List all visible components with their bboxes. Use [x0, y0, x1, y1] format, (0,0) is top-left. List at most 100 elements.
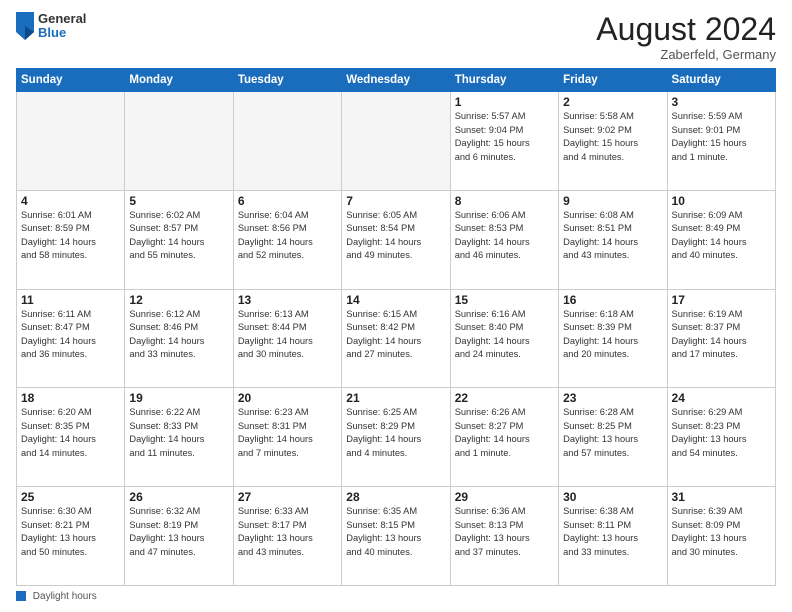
calendar-cell-w1-d6: 2Sunrise: 5:58 AM Sunset: 9:02 PM Daylig… [559, 92, 667, 191]
day-number: 15 [455, 293, 554, 307]
day-number: 19 [129, 391, 228, 405]
day-info: Sunrise: 6:09 AM Sunset: 8:49 PM Dayligh… [672, 209, 771, 263]
day-info: Sunrise: 6:12 AM Sunset: 8:46 PM Dayligh… [129, 308, 228, 362]
day-number: 16 [563, 293, 662, 307]
calendar-cell-w5-d6: 30Sunrise: 6:38 AM Sunset: 8:11 PM Dayli… [559, 487, 667, 586]
calendar-cell-w5-d1: 25Sunrise: 6:30 AM Sunset: 8:21 PM Dayli… [17, 487, 125, 586]
calendar-cell-w3-d3: 13Sunrise: 6:13 AM Sunset: 8:44 PM Dayli… [233, 289, 341, 388]
day-number: 18 [21, 391, 120, 405]
col-thursday: Thursday [450, 69, 558, 92]
calendar-cell-w3-d7: 17Sunrise: 6:19 AM Sunset: 8:37 PM Dayli… [667, 289, 775, 388]
day-number: 5 [129, 194, 228, 208]
footer-label: Daylight hours [33, 591, 97, 602]
day-info: Sunrise: 6:39 AM Sunset: 8:09 PM Dayligh… [672, 505, 771, 559]
day-number: 27 [238, 490, 337, 504]
day-number: 9 [563, 194, 662, 208]
day-number: 24 [672, 391, 771, 405]
day-info: Sunrise: 6:32 AM Sunset: 8:19 PM Dayligh… [129, 505, 228, 559]
day-info: Sunrise: 6:38 AM Sunset: 8:11 PM Dayligh… [563, 505, 662, 559]
day-number: 31 [672, 490, 771, 504]
day-info: Sunrise: 5:57 AM Sunset: 9:04 PM Dayligh… [455, 110, 554, 164]
calendar-cell-w4-d1: 18Sunrise: 6:20 AM Sunset: 8:35 PM Dayli… [17, 388, 125, 487]
day-number: 6 [238, 194, 337, 208]
calendar-cell-w4-d2: 19Sunrise: 6:22 AM Sunset: 8:33 PM Dayli… [125, 388, 233, 487]
location-subtitle: Zaberfeld, Germany [596, 47, 776, 62]
calendar-cell-w2-d2: 5Sunrise: 6:02 AM Sunset: 8:57 PM Daylig… [125, 190, 233, 289]
day-number: 20 [238, 391, 337, 405]
calendar-week-1: 1Sunrise: 5:57 AM Sunset: 9:04 PM Daylig… [17, 92, 776, 191]
page: General Blue August 2024 Zaberfeld, Germ… [0, 0, 792, 612]
calendar-cell-w2-d4: 7Sunrise: 6:05 AM Sunset: 8:54 PM Daylig… [342, 190, 450, 289]
calendar-cell-w4-d5: 22Sunrise: 6:26 AM Sunset: 8:27 PM Dayli… [450, 388, 558, 487]
day-info: Sunrise: 6:16 AM Sunset: 8:40 PM Dayligh… [455, 308, 554, 362]
day-number: 30 [563, 490, 662, 504]
day-number: 14 [346, 293, 445, 307]
footer: Daylight hours [16, 591, 776, 602]
day-info: Sunrise: 6:36 AM Sunset: 8:13 PM Dayligh… [455, 505, 554, 559]
day-number: 12 [129, 293, 228, 307]
day-number: 7 [346, 194, 445, 208]
calendar-cell-w3-d5: 15Sunrise: 6:16 AM Sunset: 8:40 PM Dayli… [450, 289, 558, 388]
day-info: Sunrise: 5:59 AM Sunset: 9:01 PM Dayligh… [672, 110, 771, 164]
calendar-cell-w1-d1 [17, 92, 125, 191]
day-number: 3 [672, 95, 771, 109]
col-saturday: Saturday [667, 69, 775, 92]
calendar-cell-w3-d1: 11Sunrise: 6:11 AM Sunset: 8:47 PM Dayli… [17, 289, 125, 388]
calendar-cell-w5-d2: 26Sunrise: 6:32 AM Sunset: 8:19 PM Dayli… [125, 487, 233, 586]
day-info: Sunrise: 6:19 AM Sunset: 8:37 PM Dayligh… [672, 308, 771, 362]
day-info: Sunrise: 5:58 AM Sunset: 9:02 PM Dayligh… [563, 110, 662, 164]
day-number: 22 [455, 391, 554, 405]
title-block: August 2024 Zaberfeld, Germany [596, 12, 776, 62]
calendar-week-2: 4Sunrise: 6:01 AM Sunset: 8:59 PM Daylig… [17, 190, 776, 289]
col-sunday: Sunday [17, 69, 125, 92]
day-number: 8 [455, 194, 554, 208]
col-friday: Friday [559, 69, 667, 92]
day-info: Sunrise: 6:18 AM Sunset: 8:39 PM Dayligh… [563, 308, 662, 362]
weekday-header-row: Sunday Monday Tuesday Wednesday Thursday… [17, 69, 776, 92]
day-number: 10 [672, 194, 771, 208]
day-number: 26 [129, 490, 228, 504]
day-info: Sunrise: 6:06 AM Sunset: 8:53 PM Dayligh… [455, 209, 554, 263]
day-info: Sunrise: 6:25 AM Sunset: 8:29 PM Dayligh… [346, 406, 445, 460]
calendar-cell-w2-d5: 8Sunrise: 6:06 AM Sunset: 8:53 PM Daylig… [450, 190, 558, 289]
day-info: Sunrise: 6:04 AM Sunset: 8:56 PM Dayligh… [238, 209, 337, 263]
col-wednesday: Wednesday [342, 69, 450, 92]
logo-text: General Blue [38, 12, 86, 41]
calendar-cell-w3-d6: 16Sunrise: 6:18 AM Sunset: 8:39 PM Dayli… [559, 289, 667, 388]
logo-blue-text: Blue [38, 26, 86, 40]
logo-general-text: General [38, 12, 86, 26]
day-info: Sunrise: 6:15 AM Sunset: 8:42 PM Dayligh… [346, 308, 445, 362]
day-info: Sunrise: 6:20 AM Sunset: 8:35 PM Dayligh… [21, 406, 120, 460]
day-info: Sunrise: 6:35 AM Sunset: 8:15 PM Dayligh… [346, 505, 445, 559]
calendar-table: Sunday Monday Tuesday Wednesday Thursday… [16, 68, 776, 586]
footer-dot [16, 591, 26, 601]
day-info: Sunrise: 6:13 AM Sunset: 8:44 PM Dayligh… [238, 308, 337, 362]
day-number: 17 [672, 293, 771, 307]
calendar-cell-w1-d5: 1Sunrise: 5:57 AM Sunset: 9:04 PM Daylig… [450, 92, 558, 191]
header: General Blue August 2024 Zaberfeld, Germ… [16, 12, 776, 62]
day-number: 21 [346, 391, 445, 405]
calendar-cell-w2-d6: 9Sunrise: 6:08 AM Sunset: 8:51 PM Daylig… [559, 190, 667, 289]
day-info: Sunrise: 6:02 AM Sunset: 8:57 PM Dayligh… [129, 209, 228, 263]
day-number: 25 [21, 490, 120, 504]
calendar-cell-w3-d4: 14Sunrise: 6:15 AM Sunset: 8:42 PM Dayli… [342, 289, 450, 388]
calendar-cell-w5-d3: 27Sunrise: 6:33 AM Sunset: 8:17 PM Dayli… [233, 487, 341, 586]
day-number: 13 [238, 293, 337, 307]
calendar-cell-w4-d4: 21Sunrise: 6:25 AM Sunset: 8:29 PM Dayli… [342, 388, 450, 487]
day-info: Sunrise: 6:33 AM Sunset: 8:17 PM Dayligh… [238, 505, 337, 559]
day-info: Sunrise: 6:22 AM Sunset: 8:33 PM Dayligh… [129, 406, 228, 460]
day-number: 1 [455, 95, 554, 109]
calendar-cell-w1-d2 [125, 92, 233, 191]
calendar-cell-w5-d4: 28Sunrise: 6:35 AM Sunset: 8:15 PM Dayli… [342, 487, 450, 586]
calendar-week-3: 11Sunrise: 6:11 AM Sunset: 8:47 PM Dayli… [17, 289, 776, 388]
day-info: Sunrise: 6:26 AM Sunset: 8:27 PM Dayligh… [455, 406, 554, 460]
calendar-cell-w4-d6: 23Sunrise: 6:28 AM Sunset: 8:25 PM Dayli… [559, 388, 667, 487]
day-number: 4 [21, 194, 120, 208]
calendar-cell-w1-d3 [233, 92, 341, 191]
calendar-cell-w1-d7: 3Sunrise: 5:59 AM Sunset: 9:01 PM Daylig… [667, 92, 775, 191]
month-title: August 2024 [596, 12, 776, 47]
calendar-cell-w1-d4 [342, 92, 450, 191]
calendar-cell-w2-d7: 10Sunrise: 6:09 AM Sunset: 8:49 PM Dayli… [667, 190, 775, 289]
day-info: Sunrise: 6:23 AM Sunset: 8:31 PM Dayligh… [238, 406, 337, 460]
calendar-cell-w2-d3: 6Sunrise: 6:04 AM Sunset: 8:56 PM Daylig… [233, 190, 341, 289]
